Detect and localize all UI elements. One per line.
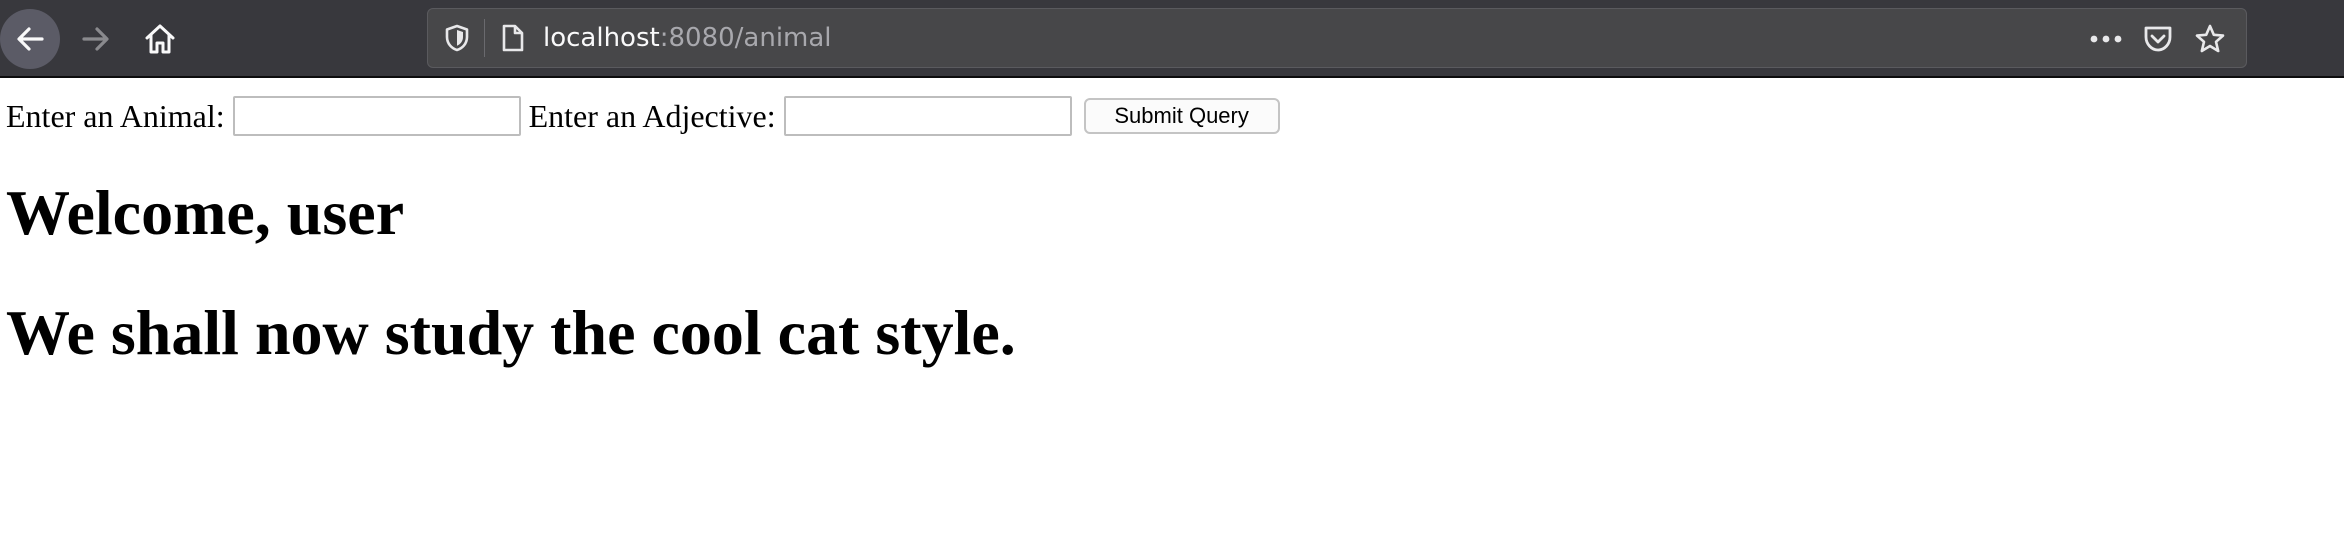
welcome-heading: Welcome, user xyxy=(6,177,405,248)
study-heading: We shall now study the cool cat style. xyxy=(6,297,1016,368)
back-button[interactable] xyxy=(0,9,60,69)
more-icon xyxy=(2090,35,2122,43)
forward-button[interactable] xyxy=(66,9,126,69)
url-text[interactable]: localhost:8080/animal xyxy=(543,9,832,67)
url-bar[interactable]: localhost:8080/animal xyxy=(427,8,2247,68)
submit-query-button[interactable]: Submit Query xyxy=(1083,98,1280,134)
page-actions-button[interactable] xyxy=(2088,21,2124,57)
pocket-icon xyxy=(2144,26,2172,52)
adjective-input[interactable] xyxy=(783,96,1072,136)
star-icon xyxy=(2195,24,2225,53)
adjective-label: Enter an Adjective: xyxy=(528,98,776,134)
page-content: Enter an Animal: Enter an Adjective: Sub… xyxy=(0,80,2344,546)
home-icon xyxy=(145,24,175,54)
animal-input[interactable] xyxy=(232,96,521,136)
page-info-button[interactable] xyxy=(498,23,528,53)
page-icon xyxy=(502,24,524,52)
url-divider xyxy=(484,19,485,57)
pocket-button[interactable] xyxy=(2140,21,2176,57)
tracking-protection-button[interactable] xyxy=(442,23,472,53)
shield-icon xyxy=(445,24,469,52)
url-host: localhost xyxy=(543,23,660,53)
forward-arrow-icon xyxy=(82,27,109,51)
bookmark-button[interactable] xyxy=(2192,21,2228,57)
browser-toolbar: localhost:8080/animal xyxy=(0,0,2344,78)
back-arrow-icon xyxy=(17,27,44,51)
animal-label: Enter an Animal: xyxy=(6,98,225,134)
home-button[interactable] xyxy=(130,9,190,69)
url-path: :8080/animal xyxy=(659,23,832,53)
animal-form: Enter an Animal: Enter an Adjective: Sub… xyxy=(6,94,1280,138)
